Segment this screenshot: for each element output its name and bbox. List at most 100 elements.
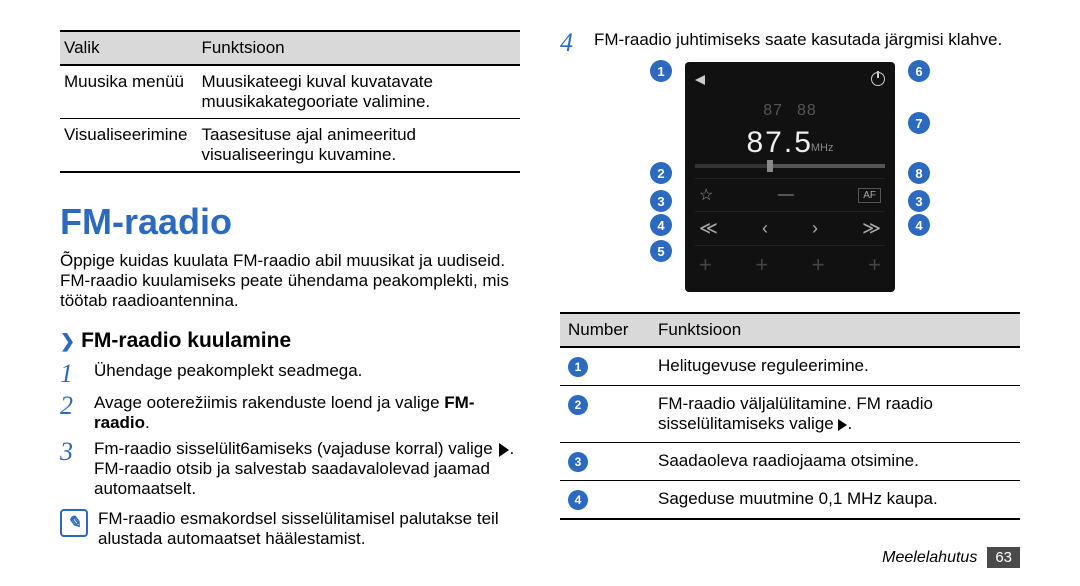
steps-list-right: 4 FM-raadio juhtimiseks saate kasutada j… bbox=[560, 30, 1020, 56]
step-text: Fm-raadio sisselülit6amiseks (vajaduse k… bbox=[94, 439, 520, 499]
preset-slot: + bbox=[755, 252, 768, 278]
callout-bubble: 3 bbox=[650, 190, 672, 212]
num-header-function: Funktsioon bbox=[650, 313, 1020, 347]
step-next-icon: › bbox=[812, 218, 818, 239]
dash: — bbox=[778, 186, 794, 204]
step-item: 4 FM-raadio juhtimiseks saate kasutada j… bbox=[560, 30, 1020, 56]
page-footer: Meelelahutus 63 bbox=[882, 547, 1020, 568]
num-cell-number: 3 bbox=[560, 443, 650, 481]
note-block: ✎ FM-raadio esmakordsel sisselülitamisel… bbox=[60, 509, 520, 549]
options-cell-func: Muusikateegi kuval kuvatavate muusikakat… bbox=[197, 65, 520, 119]
num-cell-number: 1 bbox=[560, 347, 650, 386]
chevron-right-icon: ❯ bbox=[60, 331, 75, 352]
step3-extra: FM-raadio otsib ja salvestab saadavalole… bbox=[94, 459, 520, 499]
options-header-function: Funktsioon bbox=[197, 31, 520, 65]
radio-screen: 87 88 87.5 MHz ☆ — AF ≪ ‹ › ≫ bbox=[685, 62, 895, 292]
options-table: Valik Funktsioon Muusika menüü Muusikate… bbox=[60, 30, 520, 173]
radio-topbar bbox=[695, 72, 885, 86]
freq-unit: MHz bbox=[811, 142, 834, 154]
step-number: 3 bbox=[60, 439, 82, 499]
preset-slot: + bbox=[868, 252, 881, 278]
tuning-bar bbox=[695, 164, 885, 168]
options-row: Muusika menüü Muusikateegi kuval kuvatav… bbox=[60, 65, 520, 119]
subheading-label: FM-raadio kuulamine bbox=[81, 329, 291, 353]
freq-prev: 87 bbox=[763, 102, 783, 120]
callout-bubble: 3 bbox=[908, 190, 930, 212]
step3-text: Fm-raadio sisselülit6amiseks (vajaduse k… bbox=[94, 439, 493, 458]
freq-main-row: 87.5 MHz bbox=[695, 126, 885, 160]
num-row: 3 Saadaoleva raadiojaama otsimine. bbox=[560, 443, 1020, 481]
options-row: Visualiseerimine Taasesituse ajal animee… bbox=[60, 119, 520, 173]
speaker-icon bbox=[695, 72, 711, 86]
footer-section: Meelelahutus bbox=[882, 549, 977, 567]
step-number: 2 bbox=[60, 393, 82, 433]
note-icon: ✎ bbox=[60, 509, 88, 537]
star-icon: ☆ bbox=[699, 185, 713, 205]
options-cell-option: Visualiseerimine bbox=[60, 119, 197, 173]
freq-next: 88 bbox=[797, 102, 817, 120]
options-header-option: Valik bbox=[60, 31, 197, 65]
step-prev-icon: ‹ bbox=[762, 218, 768, 239]
step-text: Ühendage peakomplekt seadmega. bbox=[94, 361, 520, 387]
callout-bubble: 7 bbox=[908, 112, 930, 134]
number-badge: 2 bbox=[568, 395, 588, 415]
num-row: 1 Helitugevuse reguleerimine. bbox=[560, 347, 1020, 386]
preset-row: + + + + bbox=[695, 245, 885, 284]
num-header-row: Number Funktsioon bbox=[560, 313, 1020, 347]
step-number: 4 bbox=[560, 30, 582, 56]
number-function-table: Number Funktsioon 1 Helitugevuse regulee… bbox=[560, 312, 1020, 520]
options-cell-option: Muusika menüü bbox=[60, 65, 197, 119]
num-header-number: Number bbox=[560, 313, 650, 347]
page-body: Valik Funktsioon Muusika menüü Muusikate… bbox=[0, 0, 1080, 569]
callout-bubble: 5 bbox=[650, 240, 672, 262]
page-number: 63 bbox=[987, 547, 1020, 568]
callout-bubble: 4 bbox=[908, 214, 930, 236]
section-heading: FM-raadio bbox=[60, 201, 520, 243]
callout-bubble: 6 bbox=[908, 60, 930, 82]
freq-main: 87.5 bbox=[747, 126, 813, 160]
num-cell-func: Saadaoleva raadiojaama otsimine. bbox=[650, 443, 1020, 481]
radio-figure: 87 88 87.5 MHz ☆ — AF ≪ ‹ › ≫ bbox=[560, 62, 1020, 292]
num-cell-func: FM-raadio väljalülitamine. FM raadio sis… bbox=[650, 386, 1020, 443]
callout-bubble: 2 bbox=[650, 162, 672, 184]
right-column: 4 FM-raadio juhtimiseks saate kasutada j… bbox=[560, 30, 1020, 549]
num-cell-func: Sageduse muutmine 0,1 MHz kaupa. bbox=[650, 481, 1020, 520]
num-row: 2 FM-raadio väljalülitamine. FM raadio s… bbox=[560, 386, 1020, 443]
intro-paragraph: Õppige kuidas kuulata FM-raadio abil muu… bbox=[60, 251, 520, 311]
number-badge: 4 bbox=[568, 490, 588, 510]
callout-bubble: 1 bbox=[650, 60, 672, 82]
subheading: ❯ FM-raadio kuulamine bbox=[60, 329, 520, 353]
num-cell-number: 4 bbox=[560, 481, 650, 520]
number-badge: 1 bbox=[568, 357, 588, 377]
options-cell-func: Taasesituse ajal animeeritud visualiseer… bbox=[197, 119, 520, 173]
num-cell-func: Helitugevuse reguleerimine. bbox=[650, 347, 1020, 386]
step2-prefix: Avage ooterežiimis rakenduste loend ja v… bbox=[94, 393, 444, 412]
left-column: Valik Funktsioon Muusika menüü Muusikate… bbox=[60, 30, 520, 549]
mid-controls: ☆ — AF bbox=[695, 178, 885, 211]
step-item: 3 Fm-raadio sisselülit6amiseks (vajaduse… bbox=[60, 439, 520, 499]
callout-bubble: 8 bbox=[908, 162, 930, 184]
power-icon bbox=[871, 72, 885, 86]
af-badge: AF bbox=[858, 188, 881, 203]
step-item: 2 Avage ooterežiimis rakenduste loend ja… bbox=[60, 393, 520, 433]
step-text: FM-raadio juhtimiseks saate kasutada jär… bbox=[594, 30, 1020, 56]
step-item: 1 Ühendage peakomplekt seadmega. bbox=[60, 361, 520, 387]
step-text: Avage ooterežiimis rakenduste loend ja v… bbox=[94, 393, 520, 433]
step-number: 1 bbox=[60, 361, 82, 387]
callout-bubble: 4 bbox=[650, 214, 672, 236]
steps-list: 1 Ühendage peakomplekt seadmega. 2 Avage… bbox=[60, 361, 520, 499]
preset-slot: + bbox=[812, 252, 825, 278]
seek-prev-icon: ≪ bbox=[699, 218, 718, 239]
number-badge: 3 bbox=[568, 452, 588, 472]
num-func-text: FM-raadio väljalülitamine. FM raadio sis… bbox=[658, 394, 933, 433]
num-row: 4 Sageduse muutmine 0,1 MHz kaupa. bbox=[560, 481, 1020, 520]
num-cell-number: 2 bbox=[560, 386, 650, 443]
options-header-row: Valik Funktsioon bbox=[60, 31, 520, 65]
frequency-row: 87 88 bbox=[695, 92, 885, 126]
seek-controls: ≪ ‹ › ≫ bbox=[695, 211, 885, 245]
play-triangle-icon bbox=[499, 443, 509, 457]
preset-slot: + bbox=[699, 252, 712, 278]
seek-next-icon: ≫ bbox=[862, 218, 881, 239]
play-triangle-icon bbox=[838, 419, 847, 431]
note-text: FM-raadio esmakordsel sisselülitamisel p… bbox=[98, 509, 520, 549]
